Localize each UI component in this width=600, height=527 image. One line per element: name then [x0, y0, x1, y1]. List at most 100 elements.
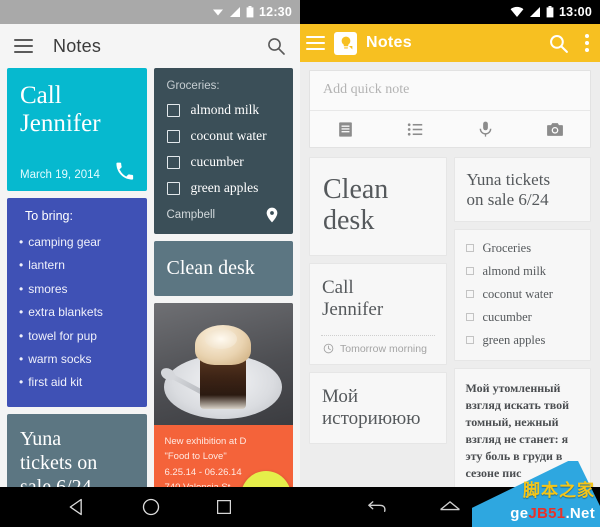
checklist-row[interactable]: green apples: [465, 332, 580, 348]
left-status-bar: 12:30: [0, 0, 300, 24]
list-item: towel for pup: [19, 325, 135, 348]
card-place: Campbell: [166, 209, 216, 221]
search-icon[interactable]: [266, 36, 286, 56]
card-title-line1: Yuna: [20, 427, 62, 450]
recents-square-icon[interactable]: [215, 498, 233, 516]
checklist-row[interactable]: Groceries: [465, 240, 580, 256]
left-app-title: Notes: [53, 35, 102, 56]
quick-note-toolbar: [310, 111, 590, 147]
reminder-row[interactable]: Tomorrow morning: [321, 334, 435, 364]
card-title: Call Jennifer: [310, 264, 446, 335]
note-text-icon[interactable]: [310, 111, 380, 147]
checkbox-icon[interactable]: [465, 336, 474, 345]
card-title: Yuna tickets on sale 6/24: [455, 158, 591, 221]
lightbulb-note-icon: [334, 31, 357, 55]
note-card-russian-right[interactable]: Мой утомленный взгляд искать твой томный…: [453, 367, 591, 495]
to-bring-list: camping gear lantern smores extra blanke…: [19, 231, 135, 395]
card-date: March 19, 2014: [20, 169, 100, 181]
checklist-row[interactable]: green apples: [166, 180, 281, 196]
checklist-icon[interactable]: [380, 111, 450, 147]
right-column-1: Clean desk Call Jennifer Tomorrow mornin…: [309, 157, 447, 503]
left-phone: 12:30 Notes Call Jennifer March 19, 2014: [0, 0, 300, 527]
card-title-line2: Jennifer: [20, 110, 101, 137]
note-card-russian-left[interactable]: Мой историююю: [309, 371, 447, 445]
back-triangle-icon[interactable]: [67, 497, 87, 517]
checklist-row[interactable]: coconut water: [166, 128, 281, 144]
card-title-line1: Yuna tickets: [466, 170, 551, 189]
note-card-exhibition[interactable]: New exhibition at D "Food to Love" 6.25.…: [153, 303, 293, 487]
checklist-label: green apples: [190, 180, 259, 195]
microphone-icon[interactable]: [450, 111, 520, 147]
dropdown-arrow-icon: [213, 9, 224, 16]
list-item: first aid kit: [19, 371, 135, 394]
checklist-label: green apples: [482, 332, 546, 347]
home-circle-icon[interactable]: [141, 497, 161, 517]
note-card-groceries[interactable]: Groceries almond milk coconut water cucu…: [453, 228, 591, 361]
phone-icon: [115, 162, 133, 180]
card-heading: To bring:: [25, 209, 73, 223]
checkbox-icon[interactable]: [166, 181, 180, 195]
card-title-line3: sale 6/24: [20, 475, 92, 487]
card-title-line2: tickets on: [20, 451, 98, 474]
overflow-menu-icon[interactable]: [578, 34, 592, 52]
checklist-row[interactable]: cucumber: [465, 310, 580, 325]
checklist-label: almond milk: [190, 102, 260, 117]
note-card-yuna-tickets[interactable]: Yuna tickets on sale 6/24: [453, 157, 591, 222]
card-title-line2: on sale 6/24: [466, 190, 549, 210]
checkbox-icon[interactable]: [166, 103, 180, 117]
right-column-2: Yuna tickets on sale 6/24 Groceries almo…: [453, 157, 591, 503]
note-card-groceries[interactable]: Groceries: almond milk coconut water cuc…: [153, 68, 293, 234]
note-card-clean-desk[interactable]: Clean desk: [309, 157, 447, 256]
note-card-clean-desk[interactable]: Clean desk: [153, 241, 293, 296]
exhibition-line2: "Food to Love": [164, 451, 227, 463]
reminder-label: Tomorrow morning: [340, 342, 427, 355]
note-card-yuna-tickets[interactable]: Yuna tickets on sale 6/24 May 24, 2014: [7, 413, 147, 487]
list-item: extra blankets: [19, 301, 135, 324]
hamburger-menu-icon[interactable]: [306, 36, 325, 50]
checkbox-icon[interactable]: [465, 313, 474, 322]
clock-icon: [323, 343, 334, 354]
checkbox-icon[interactable]: [166, 155, 180, 169]
dessert-photo: [153, 303, 293, 425]
card-body-text: Мой утомленный взгляд искать твой томный…: [465, 380, 570, 480]
checklist-label: coconut water: [482, 286, 553, 301]
note-card-call-jennifer[interactable]: Call Jennifer Tomorrow morning: [309, 262, 447, 365]
checkbox-icon[interactable]: [465, 244, 474, 253]
card-title: Мой историююю: [310, 373, 446, 444]
screenshot-stage: 12:30 Notes Call Jennifer March 19, 2014: [0, 0, 600, 527]
card-title-line1: Call: [322, 276, 354, 298]
quick-note-input[interactable]: Add quick note: [310, 71, 590, 111]
card-title-line1: Call: [20, 82, 62, 109]
list-item: lantern: [19, 254, 135, 277]
quick-note-composer[interactable]: Add quick note: [309, 70, 591, 148]
left-column-2: Groceries: almond milk coconut water cuc…: [153, 68, 293, 487]
checklist-row[interactable]: almond milk: [465, 264, 580, 279]
checkbox-icon[interactable]: [166, 129, 180, 143]
checklist-row[interactable]: cucumber: [166, 154, 281, 170]
left-column-1: Call Jennifer March 19, 2014 To bring: c…: [7, 68, 147, 487]
checklist-label: Groceries: [482, 240, 532, 255]
camera-icon[interactable]: [520, 111, 590, 147]
checklist-label: coconut water: [190, 128, 267, 143]
hamburger-menu-icon[interactable]: [14, 39, 33, 53]
battery-icon: [246, 6, 254, 18]
checklist-row[interactable]: coconut water: [465, 286, 580, 302]
search-icon[interactable]: [548, 33, 569, 54]
checklist-row[interactable]: almond milk: [166, 102, 281, 118]
note-card-call-jennifer[interactable]: Call Jennifer March 19, 2014: [7, 68, 147, 191]
location-pin-icon: [266, 207, 278, 223]
checkbox-icon[interactable]: [465, 267, 474, 276]
card-title-line2: desk: [323, 205, 375, 237]
grocery-checklist: Groceries almond milk coconut water cucu…: [455, 230, 591, 360]
right-status-bar: 13:00: [300, 0, 600, 24]
note-card-to-bring[interactable]: To bring: camping gear lantern smores ex…: [7, 198, 147, 407]
home-icon[interactable]: [438, 497, 462, 517]
checkbox-icon[interactable]: [465, 290, 474, 299]
card-title: Clean desk: [166, 257, 255, 279]
right-app-title: Notes: [366, 34, 412, 51]
back-arrow-icon[interactable]: [365, 497, 389, 517]
card-title-line2: историююю: [322, 407, 421, 429]
left-clock: 12:30: [259, 5, 292, 19]
list-item: smores: [19, 278, 135, 301]
right-phone: 13:00 Notes Add quick note Clean desk Ca…: [300, 0, 600, 527]
